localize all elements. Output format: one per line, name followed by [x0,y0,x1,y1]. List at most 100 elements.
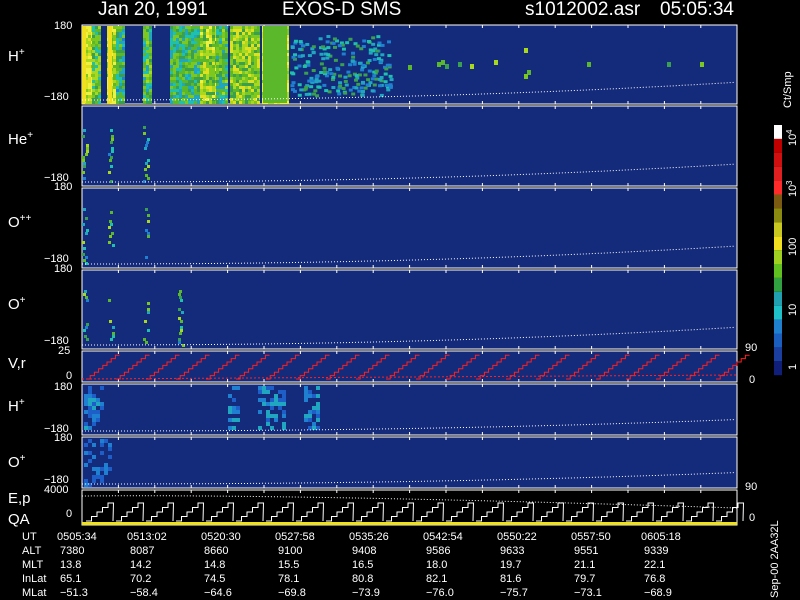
heat-cell [206,62,209,65]
heat-cell [92,410,96,414]
heat-cell [149,29,152,32]
heat-cell [119,29,122,32]
heat-cell [359,47,364,51]
heat-cell [147,232,150,235]
heat-cell [233,44,236,47]
heat-cell [116,29,119,32]
heat-cell [230,35,233,38]
heat-cell [197,86,200,89]
heat-cell [372,57,377,61]
heat-cell [278,398,282,402]
heat-cell [383,72,388,76]
heat-cell [388,85,393,89]
heat-cell [203,50,206,53]
heat-cell [170,83,173,86]
heat-cell [113,56,116,59]
heat-cell [197,101,200,104]
heat-cell [206,41,209,44]
heat-cell [179,296,182,299]
heat-cell [254,86,257,89]
heat-cell [327,90,332,94]
heat-cell [95,35,98,38]
heat-cell [149,83,152,86]
heat-cell [84,426,88,430]
heat-cell [254,35,257,38]
heat-cell [200,92,203,95]
heat-cell [233,59,236,62]
heat-cell [110,129,113,132]
heat-cell [170,50,173,53]
heat-cell [182,92,185,95]
heat-cell [245,92,248,95]
heat-cell [182,44,185,47]
heat-cell [170,62,173,65]
heat-cell [98,71,101,74]
heat-cell [258,386,262,390]
heat-cell [119,32,122,35]
heat-cell [182,32,185,35]
heat-cell [197,68,200,71]
colorbar-swatch [774,166,782,181]
heat-cell [178,341,181,344]
heat-cell [92,38,95,41]
heat-cell [242,68,245,71]
heat-cell [185,32,188,35]
heat-cell [233,53,236,56]
heat-cell [191,83,194,86]
heat-cell [225,86,228,89]
heat-cell [245,86,248,89]
heat-cell [173,26,176,29]
heat-cell [122,83,125,86]
heat-cell [384,83,389,87]
plot-canvas [81,24,782,526]
heat-cell [380,53,385,57]
heat-cell [222,68,225,71]
heat-cell [95,101,98,104]
heat-cell [145,256,148,259]
heat-cell [194,26,197,29]
heat-cell [311,51,316,55]
heat-cell [179,74,182,77]
heat-cell [194,47,197,50]
heat-cell [333,58,338,62]
footer-cell: 9551 [574,545,599,557]
footer-cell: 22.1 [644,559,666,571]
heat-cell [225,32,228,35]
heat-cell [194,95,197,98]
heat-cell [200,44,203,47]
colorbar-label-10c: 10 [787,303,799,316]
heat-cell [179,290,182,293]
heat-cell [282,402,286,406]
heat-cell [84,451,88,455]
heat-cell [245,32,248,35]
heat-cell [170,89,173,92]
heat-cell [311,69,316,73]
heat-cell [92,80,95,83]
heat-cell [230,59,233,62]
heat-cell [179,62,182,65]
heat-cell [254,50,257,53]
heat-cell [304,71,309,75]
heat-cell [257,80,260,83]
heat-cell [98,59,101,62]
heat-cell [84,394,88,398]
heat-cell [254,29,257,32]
heat-cell [188,74,191,77]
heat-cell [113,83,116,86]
heat-cell [96,410,100,414]
heat-cell [372,83,377,87]
heat-cell [222,71,225,74]
heat-cell [176,92,179,95]
heat-cell [191,92,194,95]
heat-cell [92,71,95,74]
heat-cell [185,92,188,95]
heat-cell [203,26,206,29]
heat-cell [315,94,320,98]
heat-cell [312,410,316,414]
heat-cell [200,62,203,65]
heat-cell [92,77,95,80]
heat-cell [212,62,215,65]
heat-cell [147,220,150,223]
heat-cell [143,92,146,95]
heat-cell [282,414,286,418]
